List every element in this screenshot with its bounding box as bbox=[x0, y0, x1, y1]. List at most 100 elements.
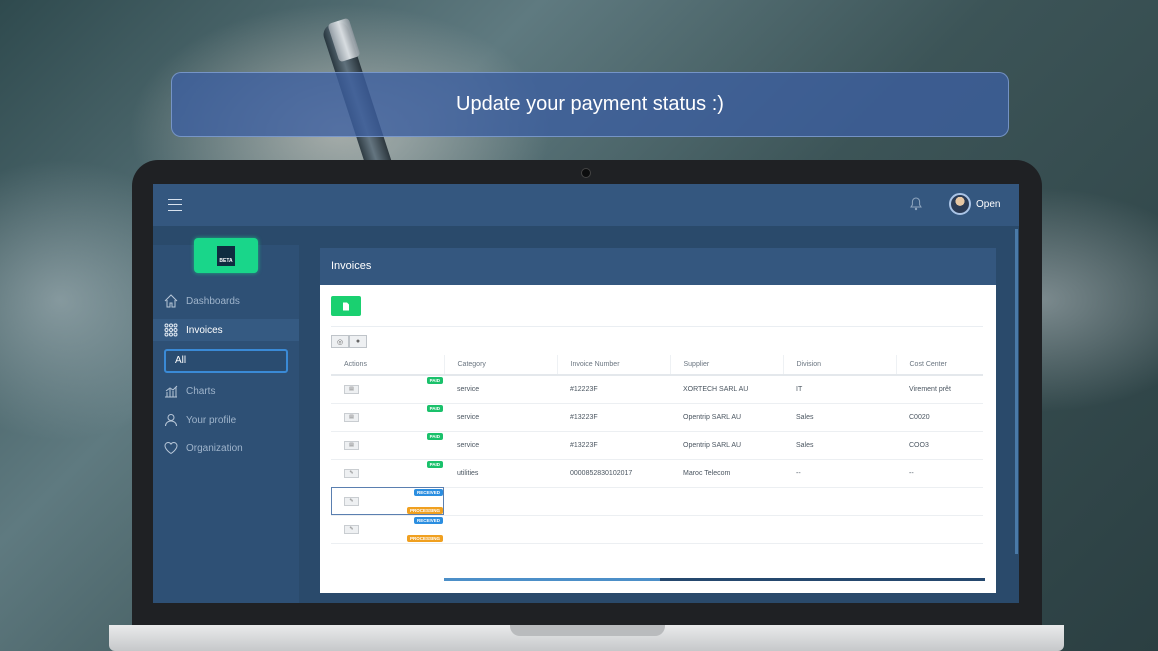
sidebar-item-label: Invoices bbox=[186, 324, 223, 336]
category-cell bbox=[444, 487, 557, 516]
actions-cell: ▤ PAID bbox=[331, 375, 444, 404]
divider bbox=[331, 326, 983, 327]
division-cell bbox=[783, 515, 896, 544]
column-header[interactable]: Invoice Number bbox=[557, 355, 671, 376]
sidebar-item-invoices[interactable]: Invoices bbox=[153, 319, 299, 341]
sidebar-item-profile[interactable]: Your profile bbox=[163, 409, 236, 431]
cost-center-cell: C0020 bbox=[896, 403, 983, 432]
user-label[interactable]: Open bbox=[976, 199, 1000, 210]
edit-icon[interactable]: ✎ bbox=[344, 524, 359, 534]
actions-cell: ✎ PAID bbox=[331, 459, 444, 488]
status-badge: PAID bbox=[426, 377, 443, 384]
horizontal-scroll-thumb[interactable] bbox=[444, 578, 660, 581]
sidebar-item-all[interactable]: All bbox=[164, 349, 288, 373]
app-logo[interactable]: BETA bbox=[194, 238, 258, 273]
sidebar-item-label: Charts bbox=[186, 385, 216, 397]
column-header[interactable]: Category bbox=[444, 355, 558, 376]
edit-icon[interactable]: ✎ bbox=[344, 468, 359, 478]
category-cell: utilities bbox=[444, 459, 557, 488]
table-row[interactable]: ▤ PAID service #13223F Opentrip SARL AU … bbox=[331, 431, 983, 460]
top-bar: Open bbox=[153, 184, 1019, 226]
invoice-number-cell bbox=[557, 515, 670, 544]
settings-icon[interactable]: ◎ bbox=[331, 335, 349, 348]
view-icon[interactable]: ▤ bbox=[344, 440, 359, 450]
edit-icon[interactable]: ✎ bbox=[344, 496, 359, 506]
table-toolbar: ◎ ● bbox=[331, 335, 367, 348]
sidebar-item-label: Organization bbox=[186, 442, 243, 454]
table-row[interactable]: ✎ PAID utilities 0000852830102017 Maroc … bbox=[331, 459, 983, 488]
sidebar-item-organization[interactable]: Organization bbox=[163, 437, 243, 459]
invoice-number-cell bbox=[557, 487, 670, 516]
logo-mark: BETA bbox=[217, 245, 235, 266]
category-cell: service bbox=[444, 431, 557, 460]
supplier-cell: Maroc Telecom bbox=[670, 459, 783, 488]
app-screen: Open BETA Dashboards Invoices All Charts bbox=[153, 184, 1019, 603]
supplier-cell: XORTECH SARL AU bbox=[670, 375, 783, 404]
category-cell: service bbox=[444, 375, 557, 404]
division-cell: Sales bbox=[783, 403, 896, 432]
sidebar-item-label: Your profile bbox=[186, 414, 237, 426]
status-badge: RECEIVED bbox=[413, 488, 443, 496]
avatar[interactable] bbox=[949, 193, 971, 215]
heart-icon bbox=[163, 441, 178, 456]
division-cell: IT bbox=[783, 375, 896, 404]
actions-cell: ✎ RECEIVED PROCESSING bbox=[331, 515, 444, 544]
category-cell bbox=[444, 515, 557, 544]
document-icon bbox=[343, 302, 349, 310]
record-icon[interactable]: ● bbox=[349, 335, 367, 348]
column-header[interactable]: Cost Center bbox=[896, 355, 983, 376]
user-icon bbox=[163, 413, 178, 428]
status-badge: PROCESSING bbox=[406, 534, 443, 542]
sidebar: BETA Dashboards Invoices All Charts Your bbox=[153, 238, 299, 603]
laptop-notch bbox=[510, 625, 665, 636]
cost-center-cell: -- bbox=[896, 459, 983, 488]
sidebar-item-charts[interactable]: Charts bbox=[163, 380, 215, 402]
actions-cell: ▤ PAID bbox=[331, 431, 444, 460]
laptop-camera bbox=[581, 168, 591, 178]
cost-center-cell bbox=[896, 487, 983, 516]
cost-center-cell: Virement prêt bbox=[896, 375, 983, 404]
status-badge: PAID bbox=[426, 404, 443, 412]
supplier-cell: Opentrip SARL AU bbox=[670, 403, 783, 432]
hamburger-icon[interactable] bbox=[168, 199, 182, 211]
column-header[interactable]: Supplier bbox=[670, 355, 784, 376]
invoice-number-cell: 0000852830102017 bbox=[557, 459, 670, 488]
division-cell: -- bbox=[783, 459, 896, 488]
cost-center-cell bbox=[896, 515, 983, 544]
new-invoice-button[interactable] bbox=[331, 296, 361, 316]
invoice-number-cell: #12223F bbox=[557, 375, 670, 404]
status-badge: PROCESSING bbox=[406, 506, 443, 514]
card-title: Invoices bbox=[320, 248, 996, 285]
view-icon[interactable]: ▤ bbox=[344, 412, 359, 422]
logo-text: BETA bbox=[219, 257, 233, 264]
banner-text: Update your payment status :) bbox=[456, 93, 724, 115]
actions-cell: ▤ PAID bbox=[331, 403, 444, 432]
table-row[interactable]: ✎ RECEIVED PROCESSING bbox=[331, 487, 983, 516]
sidebar-item-label: Dashboards bbox=[186, 295, 240, 307]
grid-icon bbox=[163, 323, 178, 338]
division-cell: Sales bbox=[783, 431, 896, 460]
chart-icon bbox=[163, 384, 178, 399]
actions-cell: ✎ RECEIVED PROCESSING bbox=[331, 487, 444, 516]
invoice-number-cell: #13223F bbox=[557, 403, 670, 432]
view-icon[interactable]: ▤ bbox=[344, 384, 359, 394]
sidebar-item-dashboards[interactable]: Dashboards bbox=[163, 290, 240, 312]
table-row[interactable]: ▤ PAID service #12223F XORTECH SARL AU I… bbox=[331, 375, 983, 404]
invoices-table: Actions Category Invoice Number Supplier… bbox=[331, 355, 983, 544]
promo-banner: Update your payment status :) bbox=[171, 72, 1009, 137]
bell-icon[interactable] bbox=[910, 197, 922, 211]
supplier-cell bbox=[670, 515, 783, 544]
supplier-cell bbox=[670, 487, 783, 516]
column-header[interactable]: Actions bbox=[331, 355, 445, 376]
supplier-cell: Opentrip SARL AU bbox=[670, 431, 783, 460]
vertical-scrollbar[interactable] bbox=[1015, 229, 1018, 554]
category-cell: service bbox=[444, 403, 557, 432]
column-header[interactable]: Division bbox=[783, 355, 897, 376]
home-icon bbox=[163, 294, 178, 309]
table-row[interactable]: ✎ RECEIVED PROCESSING bbox=[331, 515, 983, 544]
table-row[interactable]: ▤ PAID service #13223F Opentrip SARL AU … bbox=[331, 403, 983, 432]
invoice-number-cell: #13223F bbox=[557, 431, 670, 460]
table-header-row: Actions Category Invoice Number Supplier… bbox=[331, 355, 983, 376]
invoices-card: Invoices ◎ ● Actions Category Invoice Nu… bbox=[320, 248, 996, 593]
status-badge: PAID bbox=[426, 432, 443, 440]
